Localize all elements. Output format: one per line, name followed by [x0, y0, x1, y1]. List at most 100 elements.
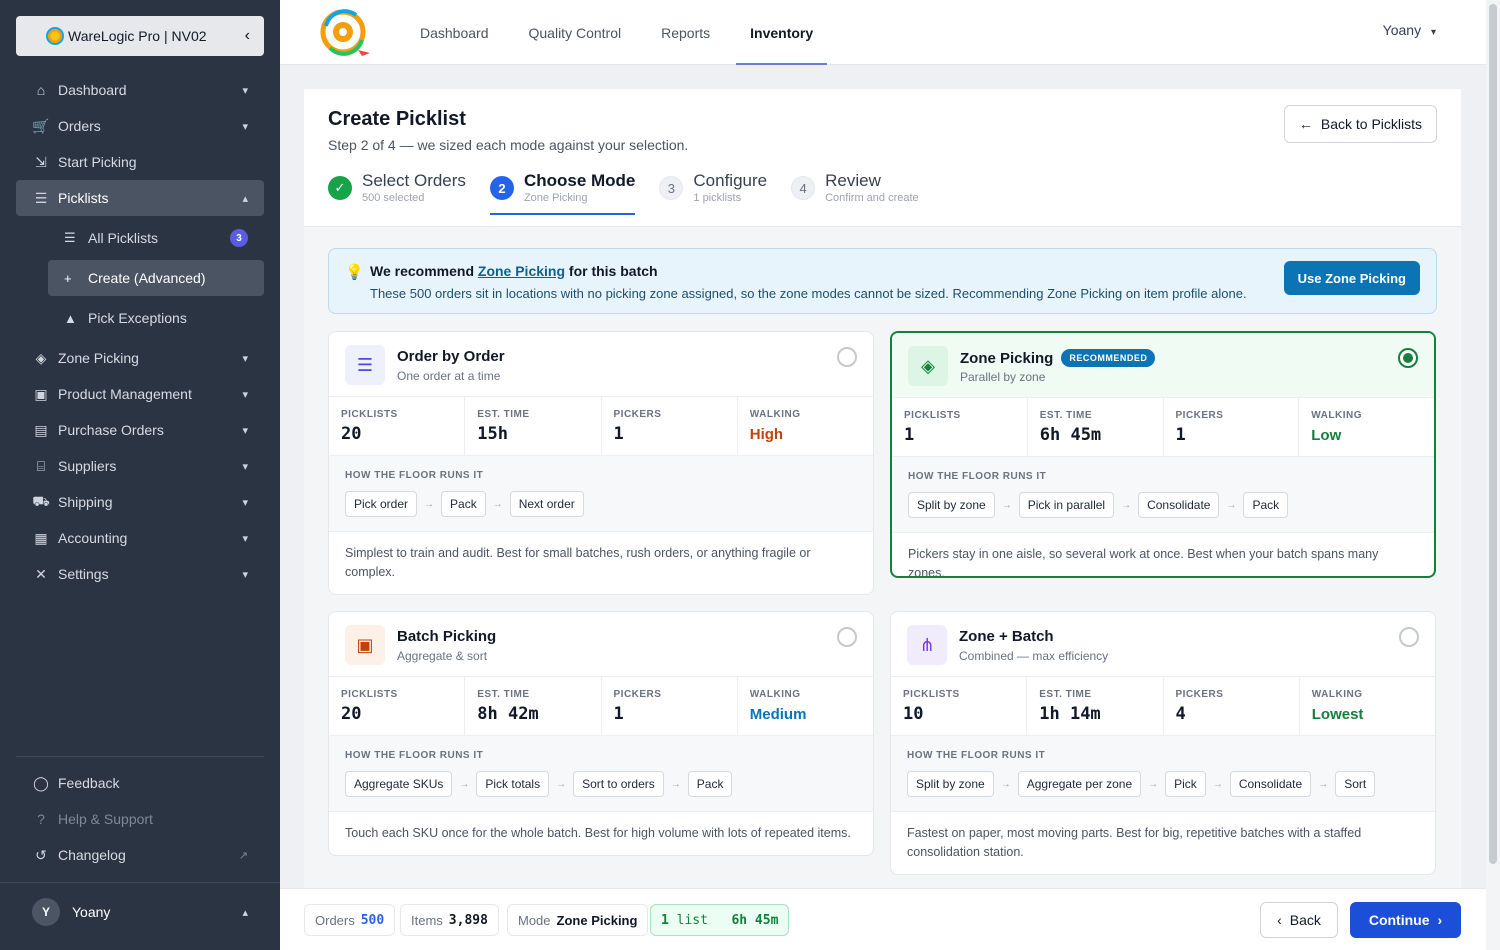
recommendation-suffix: for this batch	[565, 263, 658, 279]
sidebar-item-picklists[interactable]: ☰ Picklists ▴	[16, 180, 264, 216]
summary-items: Items 3,898	[400, 904, 499, 936]
sidebar-subitem-pick-exceptions[interactable]: ▲ Pick Exceptions	[16, 300, 264, 336]
cart-arrow-icon: ⇲	[35, 153, 47, 170]
continue-button[interactable]: Continue ›	[1350, 902, 1461, 938]
tab-dashboard[interactable]: Dashboard	[406, 0, 503, 65]
step-title: Select Orders	[362, 171, 466, 190]
sidebar-user-menu[interactable]: Y Yoany ▴	[32, 898, 248, 926]
summary-value: 3,898	[448, 912, 488, 928]
history-icon: ↺	[35, 846, 47, 863]
sidebar-item-label: Feedback	[58, 775, 120, 791]
user-menu[interactable]: Yoany ▾	[1383, 22, 1436, 38]
tab-reports[interactable]: Reports	[647, 0, 724, 65]
mode-card-header: ◈ Zone Picking RECOMMENDED Parallel by zo…	[892, 333, 1434, 397]
sidebar-item-label: Accounting	[58, 530, 128, 546]
stat-picklists: 1	[904, 425, 915, 445]
back-button[interactable]: ‹ Back	[1260, 902, 1338, 938]
scrollbar-thumb[interactable]	[1489, 4, 1497, 864]
sidebar-item-label: Pick Exceptions	[88, 310, 187, 326]
mode-radio[interactable]	[837, 347, 857, 367]
arrow-right-icon: →	[1212, 778, 1223, 790]
recommendation-text: These 500 orders sit in locations with n…	[370, 286, 1247, 301]
flow-chip: Pick	[1165, 771, 1206, 797]
flow-steps: Aggregate SKUs → Pick totals → Sort to ord…	[345, 771, 857, 797]
sidebar-item-start-picking[interactable]: ⇲ Start Picking	[16, 144, 264, 180]
arrow-right-icon: →	[670, 778, 681, 790]
arrow-right-icon: →	[1226, 499, 1237, 511]
sidebar-item-settings[interactable]: ✕ Settings ▾	[16, 556, 264, 592]
workspace-switcher[interactable]: WareLogic Pro | NV02 ‹	[16, 16, 264, 56]
step-review[interactable]: 4 Review Confirm and create	[791, 171, 919, 215]
workspace-name: WareLogic Pro | NV02	[68, 28, 207, 44]
tab-inventory[interactable]: Inventory	[736, 0, 828, 65]
mode-card-header: ▣ Batch Picking Aggregate & sort	[329, 612, 873, 676]
flow-chip: Split by zone	[908, 492, 995, 518]
mode-card-header: ☰ Order by Order One order at a time	[329, 332, 873, 396]
flow-chip: Sort	[1335, 771, 1376, 797]
stat-label: WALKING	[1311, 689, 1363, 700]
sidebar-item-orders[interactable]: 🛒 Orders ▾	[16, 108, 264, 144]
chevron-left-icon[interactable]: ‹	[245, 27, 250, 45]
mode-card-batch-picking[interactable]: ▣ Batch Picking Aggregate & sort PICKLIS…	[328, 611, 874, 856]
mode-card-zone-batch[interactable]: ⋔ Zone + Batch Combined — max efficiency…	[890, 611, 1436, 875]
stat-est-time: 8h 42m	[477, 704, 539, 724]
mode-card-order-by-order[interactable]: ☰ Order by Order One order at a time PIC…	[328, 331, 874, 595]
sidebar-item-changelog[interactable]: ↺ Changelog ↗	[16, 837, 264, 873]
button-label: Continue	[1368, 912, 1430, 928]
sidebar-nav: ⌂ Dashboard ▾ 🛒 Orders ▾ ⇲ Start Picking…	[16, 72, 264, 592]
mode-stats: PICKLISTS 10 EST. TIME 1h 14m PICKERS 4 WAL…	[891, 676, 1435, 736]
flow-chip: Aggregate SKUs	[345, 771, 453, 797]
count-badge: 3	[230, 229, 248, 247]
sidebar-subitem-all-picklists[interactable]: ☰ All Picklists 3	[16, 220, 264, 256]
stat-label: EST. TIME	[1039, 689, 1092, 700]
page-scrollbar[interactable]	[1486, 0, 1500, 950]
flow-chip: Aggregate per zone	[1017, 771, 1142, 797]
step-number: 3	[659, 176, 684, 200]
arrow-right-icon: →	[556, 778, 567, 790]
stat-label: WALKING	[1311, 410, 1362, 421]
stat-pickers: 4	[1175, 704, 1186, 724]
summary-footer: Orders 500 Items 3,898 Mode Zone Picking 1 …	[280, 888, 1486, 950]
sidebar-subitem-create-advanced[interactable]: + Create (Advanced)	[48, 260, 264, 296]
sidebar-item-help-support[interactable]: ? Help & Support	[16, 801, 264, 837]
recommendation-prefix: We recommend	[370, 263, 478, 279]
chevron-down-icon: ▾	[1430, 27, 1436, 38]
step-select-orders[interactable]: ✓ Select Orders 500 selected	[328, 171, 466, 215]
step-number: 4	[791, 176, 816, 200]
sidebar-item-zone-picking[interactable]: ◈ Zone Picking ▾	[16, 340, 264, 376]
sidebar-item-label: Product Management	[58, 386, 192, 402]
step-title: Configure	[693, 171, 768, 190]
sidebar-item-dashboard[interactable]: ⌂ Dashboard ▾	[16, 72, 264, 108]
calculator-icon: ▦	[34, 529, 48, 546]
sidebar-item-product-management[interactable]: ▣ Product Management ▾	[16, 376, 264, 412]
sidebar-item-purchase-orders[interactable]: ▤ Purchase Orders ▾	[16, 412, 264, 448]
mode-description: One order at a time	[397, 369, 501, 383]
app-logo-icon[interactable]	[318, 6, 372, 58]
mode-description: Combined — max efficiency	[959, 649, 1109, 663]
step-title: Choose Mode	[523, 171, 636, 190]
stat-label: PICKERS	[1175, 410, 1224, 421]
step-configure[interactable]: 3 Configure 1 picklists	[659, 171, 767, 215]
recommended-mode-link[interactable]: Zone Picking	[478, 263, 565, 279]
step-choose-mode[interactable]: 2 Choose Mode Zone Picking	[489, 171, 636, 215]
sidebar-item-suppliers[interactable]: ⌸ Suppliers ▾	[16, 448, 264, 484]
arrow-right-icon: →	[492, 498, 503, 510]
mode-card-zone-picking[interactable]: ◈ Zone Picking RECOMMENDED Parallel by zo…	[890, 331, 1436, 578]
mode-radio[interactable]	[1399, 627, 1419, 647]
create-picklist-panel: Create Picklist Step 2 of 4 — we sized e…	[304, 89, 1461, 889]
mode-radio[interactable]	[837, 627, 857, 647]
sidebar-item-accounting[interactable]: ▦ Accounting ▾	[16, 520, 264, 556]
flow-steps: Split by zone → Aggregate per zone → Pick →…	[907, 771, 1419, 797]
sidebar-item-shipping[interactable]: ⛟ Shipping ▾	[16, 484, 264, 520]
tab-quality-control[interactable]: Quality Control	[515, 0, 636, 65]
sidebar-item-label: Suppliers	[58, 458, 117, 474]
arrow-right-icon: →	[1001, 499, 1012, 511]
stat-label: PICKERS	[1175, 689, 1224, 700]
stat-walking: Low	[1311, 427, 1342, 444]
stat-label: PICKERS	[613, 689, 662, 700]
flow-steps: Pick order → Pack → Next order	[345, 491, 857, 517]
sidebar-item-feedback[interactable]: ◯ Feedback	[16, 765, 264, 801]
use-zone-picking-button[interactable]: Use Zone Picking	[1283, 261, 1420, 295]
back-to-picklists-button[interactable]: ← Back to Picklists	[1283, 105, 1437, 143]
mode-radio[interactable]	[1398, 348, 1418, 368]
